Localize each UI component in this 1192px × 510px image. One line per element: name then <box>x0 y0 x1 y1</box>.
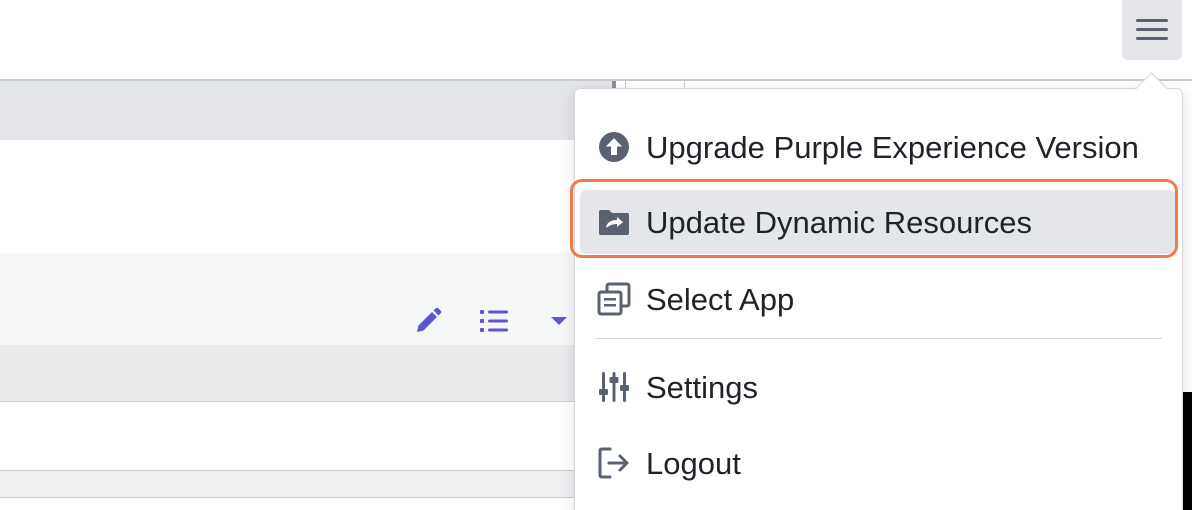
logout-icon <box>597 446 631 480</box>
folder-sync-icon <box>597 205 631 239</box>
arrow-up-circle-icon <box>597 130 631 164</box>
edit-button[interactable] <box>412 305 444 337</box>
list-icon <box>480 310 508 332</box>
top-bar <box>0 0 1192 80</box>
background-toolbar-panel <box>0 253 615 345</box>
menu-item-select-app[interactable]: Select App <box>580 267 1176 331</box>
menu-divider <box>595 338 1162 339</box>
background-table-header <box>0 345 615 402</box>
menu-item-update-dynamic-resources[interactable]: Update Dynamic Resources <box>580 190 1176 254</box>
background-header-band <box>0 81 615 140</box>
background-table-row <box>0 402 615 471</box>
menu-item-label: Upgrade Purple Experience Version <box>646 129 1139 165</box>
hamburger-menu-button[interactable] <box>1122 0 1182 60</box>
dropdown-toggle[interactable] <box>548 311 570 331</box>
menu-item-upgrade-version[interactable]: Upgrade Purple Experience Version <box>580 115 1176 179</box>
sliders-icon <box>597 370 631 404</box>
background-panel <box>0 140 615 253</box>
list-view-button[interactable] <box>478 306 510 336</box>
app-screen: Upgrade Purple Experience Version Update… <box>0 0 1192 510</box>
hamburger-icon <box>1136 19 1168 40</box>
background-table-row <box>0 498 615 510</box>
menu-item-label: Logout <box>646 445 741 481</box>
copy-stack-icon <box>597 282 631 316</box>
background-table-row <box>0 471 615 498</box>
menu-item-settings[interactable]: Settings <box>580 355 1176 419</box>
caret-down-icon <box>551 317 567 325</box>
pencil-icon <box>417 307 442 332</box>
menu-item-label: Select App <box>646 281 795 317</box>
menu-item-label: Update Dynamic Resources <box>646 204 1032 240</box>
menu-item-label: Settings <box>646 369 759 405</box>
menu-item-logout[interactable]: Logout <box>580 431 1176 495</box>
